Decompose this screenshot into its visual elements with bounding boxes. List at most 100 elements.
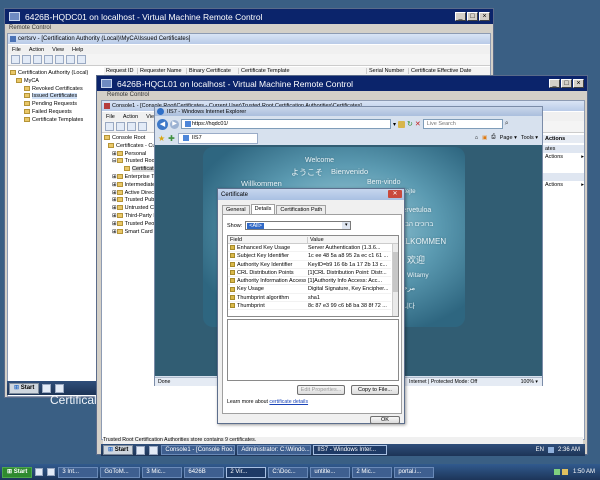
address-bar[interactable]: https://hqdc01/ (181, 119, 391, 129)
actions-item[interactable]: Actions ▸ (543, 181, 584, 189)
field-row[interactable]: CRL Distribution Points [1]CRL Distributi… (228, 269, 391, 278)
quicklaunch-icon[interactable] (35, 468, 44, 476)
scrollbar-thumb[interactable] (393, 252, 398, 292)
field-row[interactable]: Subject Key Identifier 1c ee 48 5a a8 95 … (228, 252, 391, 261)
field-row[interactable]: Key Usage Digital Signature, Key Encipher… (228, 285, 391, 294)
show-tree-icon[interactable] (44, 55, 53, 64)
print-icon[interactable]: ⎙ (491, 134, 495, 141)
vm2-titlebar[interactable]: 6426B-HQCL01 on localhost - Virtual Mach… (97, 76, 587, 91)
ie-titlebar[interactable]: IIS7 - Windows Internet Explorer (155, 107, 542, 116)
taskbar-item[interactable]: GoToM... (100, 466, 141, 478)
forward-icon[interactable] (116, 122, 125, 131)
minimize-button[interactable]: _ (549, 79, 560, 88)
lock-icon[interactable] (398, 120, 406, 128)
actions-item[interactable]: Actions ▸ (543, 153, 584, 161)
vm2-clock[interactable]: 2:36 AM (558, 447, 583, 453)
taskbar-item[interactable]: 2 Vir... (226, 466, 267, 478)
actions-item[interactable]: ates (543, 145, 584, 153)
tray-icon[interactable] (553, 469, 560, 475)
tree-item-failed[interactable]: Failed Requests (10, 109, 102, 117)
back-icon[interactable] (105, 122, 114, 131)
col-field[interactable]: Field (228, 236, 308, 243)
taskbar-item[interactable]: 3 Mic... (142, 466, 183, 478)
field-row[interactable]: Authority Information Access [1]Authority… (228, 277, 391, 286)
feeds-icon[interactable]: ▣ (482, 135, 487, 141)
search-input[interactable]: Live Search (427, 121, 456, 127)
tab-general[interactable]: General (222, 205, 250, 214)
fields-scrollbar[interactable] (392, 244, 398, 316)
col-serial[interactable]: Serial Number (367, 68, 409, 74)
forward-icon[interactable] (22, 55, 31, 64)
col-requester[interactable]: Requester Name (138, 68, 187, 74)
col-effective-date[interactable]: Certificate Effective Date (409, 68, 489, 74)
page-menu[interactable]: Page ▾ (500, 135, 517, 141)
quicklaunch-icon[interactable] (55, 383, 65, 393)
maximize-button[interactable]: □ (561, 79, 572, 88)
taskbar-item-console1[interactable]: Console1 - [Console Roo... (161, 445, 236, 455)
col-template[interactable]: Certificate Template (239, 68, 367, 74)
maximize-button[interactable]: □ (467, 12, 478, 21)
host-clock[interactable]: 1:50 AM (570, 469, 598, 475)
field-row[interactable]: Thumbprint 8c 87 e3 99 c6 b8 ba 38 8f 72 … (228, 302, 391, 311)
vm1-titlebar[interactable]: 6426B-HQDC01 on localhost - Virtual Mach… (5, 9, 493, 24)
refresh-icon[interactable] (55, 55, 64, 64)
tree-item-revoked[interactable]: Revoked Certificates (10, 86, 102, 94)
show-dropdown[interactable]: <All> ▾ (245, 221, 352, 230)
start-button[interactable]: ⊞ Start (2, 466, 33, 478)
show-tree-icon[interactable] (138, 122, 147, 131)
tree-item-myca[interactable]: MyCA (10, 78, 102, 86)
taskbar-item[interactable]: 2 Mic... (352, 466, 393, 478)
col-binary[interactable]: Binary Certificate (187, 68, 239, 74)
tree-item-templates[interactable]: Certificate Templates (10, 117, 102, 125)
up-icon[interactable] (33, 55, 42, 64)
quicklaunch-icon[interactable] (136, 445, 146, 455)
search-box[interactable]: Live Search (422, 119, 503, 129)
menu-file[interactable]: File (102, 114, 119, 120)
forward-button[interactable]: ▶ (170, 119, 179, 129)
stop-icon[interactable]: ✕ (415, 120, 421, 128)
minimize-button[interactable]: _ (455, 12, 466, 21)
home-icon[interactable]: ⌂ (475, 135, 478, 141)
dropdown-icon[interactable]: ▾ (393, 121, 396, 128)
dialog-titlebar[interactable]: Certificate ✕ (218, 189, 404, 200)
taskbar-item-ie[interactable]: IIS7 - Windows Inter... (313, 445, 388, 455)
help-icon[interactable] (77, 55, 86, 64)
field-row[interactable]: Enhanced Key Usage Server Authentication … (228, 244, 391, 253)
quicklaunch-icon[interactable] (149, 445, 159, 455)
tab-certification-path[interactable]: Certification Path (276, 205, 327, 214)
quicklaunch-icon[interactable] (47, 468, 56, 476)
back-button[interactable]: ◀ (157, 118, 168, 130)
close-button[interactable]: × (479, 12, 490, 21)
taskbar-item[interactable]: untitle... (310, 466, 351, 478)
menu-view[interactable]: View (48, 47, 68, 53)
up-icon[interactable] (127, 122, 136, 131)
search-icon[interactable]: ⌕ (505, 120, 509, 128)
taskbar-item-cmd[interactable]: Administrator: C:\Windo... (237, 445, 312, 455)
copy-to-file-button[interactable]: Copy to File... (351, 385, 399, 395)
actions-item[interactable] (543, 173, 584, 181)
tab-details[interactable]: Details (250, 204, 276, 214)
field-row[interactable]: Authority Key Identifier KeyID=b9 16 6b 1… (228, 261, 391, 269)
ok-button[interactable]: OK (370, 416, 400, 424)
col-request-id[interactable]: Request ID (104, 68, 138, 74)
tools-menu[interactable]: Tools ▾ (521, 135, 538, 141)
taskbar-item[interactable]: 6426B (184, 466, 225, 478)
export-icon[interactable] (66, 55, 75, 64)
menu-help[interactable]: Help (68, 47, 87, 53)
language-indicator[interactable]: EN (536, 447, 544, 453)
close-button[interactable]: × (573, 79, 584, 88)
taskbar-item[interactable]: portal.i... (394, 466, 435, 478)
tree-item-issued[interactable]: Issued Certificates (10, 93, 102, 101)
col-value[interactable]: Value (308, 237, 324, 243)
close-button[interactable]: ✕ (388, 190, 402, 198)
quicklaunch-icon[interactable] (42, 383, 52, 393)
menu-action[interactable]: Action (119, 114, 142, 120)
add-favorite-icon[interactable]: ✚ (168, 134, 175, 143)
back-icon[interactable] (11, 55, 20, 64)
certificate-details-link[interactable]: certificate details (269, 399, 308, 405)
tree-item-pending[interactable]: Pending Requests (10, 101, 102, 109)
tray-icon[interactable] (561, 469, 568, 475)
menu-file[interactable]: File (8, 47, 25, 53)
vm1-start-button[interactable]: ⊞ Start (9, 382, 40, 394)
field-row[interactable]: Thumbprint algorithm sha1 (228, 294, 391, 303)
